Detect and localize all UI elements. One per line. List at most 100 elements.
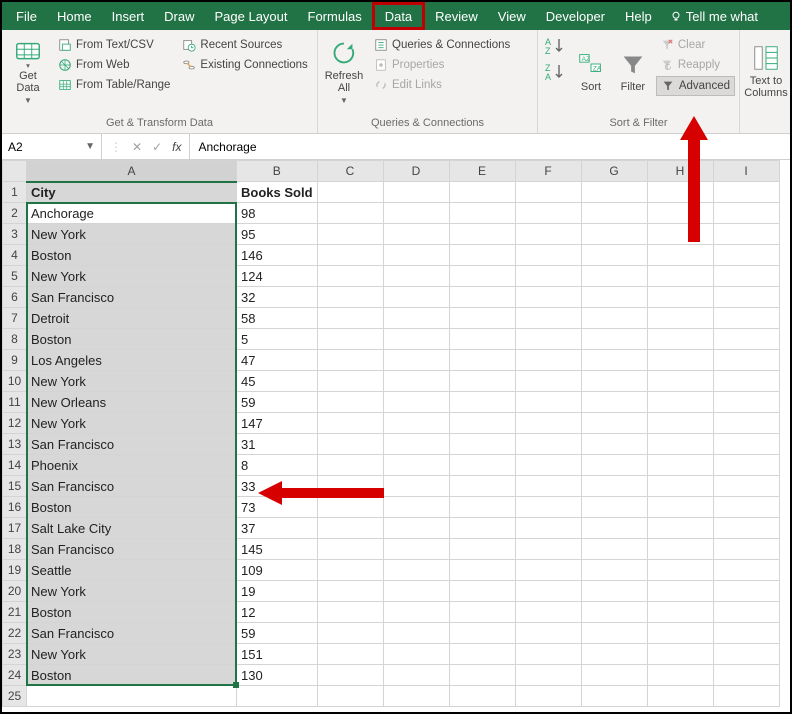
cell-D6[interactable] [383, 287, 449, 308]
cell-A10[interactable]: New York [27, 371, 237, 392]
row-header-18[interactable]: 18 [3, 539, 27, 560]
row-header-24[interactable]: 24 [3, 665, 27, 686]
select-all-corner[interactable] [3, 161, 27, 182]
cell-B21[interactable]: 12 [237, 602, 318, 623]
row-header-17[interactable]: 17 [3, 518, 27, 539]
cell-E7[interactable] [449, 308, 515, 329]
cell-F23[interactable] [515, 644, 581, 665]
row-header-21[interactable]: 21 [3, 602, 27, 623]
cell-B17[interactable]: 37 [237, 518, 318, 539]
existing-connections-button[interactable]: Existing Connections [178, 56, 311, 74]
cell-D25[interactable] [383, 686, 449, 707]
cell-F16[interactable] [515, 497, 581, 518]
cell-C4[interactable] [317, 245, 383, 266]
from-text-csv-button[interactable]: From Text/CSV [54, 36, 174, 54]
cell-F19[interactable] [515, 560, 581, 581]
cell-A6[interactable]: San Francisco [27, 287, 237, 308]
cell-H18[interactable] [647, 539, 713, 560]
cell-B8[interactable]: 5 [237, 329, 318, 350]
tab-home[interactable]: Home [47, 2, 102, 30]
col-header-G[interactable]: G [581, 161, 647, 182]
row-header-20[interactable]: 20 [3, 581, 27, 602]
from-table-range-button[interactable]: From Table/Range [54, 76, 174, 94]
text-to-columns-button[interactable]: Text to Columns [744, 32, 788, 110]
cell-E18[interactable] [449, 539, 515, 560]
row-header-5[interactable]: 5 [3, 266, 27, 287]
cell-F18[interactable] [515, 539, 581, 560]
cell-C12[interactable] [317, 413, 383, 434]
cell-C7[interactable] [317, 308, 383, 329]
cell-C2[interactable] [317, 203, 383, 224]
row-header-4[interactable]: 4 [3, 245, 27, 266]
cell-G15[interactable] [581, 476, 647, 497]
spreadsheet-grid[interactable]: ABCDEFGHI1 City Books Sold2 Anchorage 98… [2, 160, 790, 707]
cell-F25[interactable] [515, 686, 581, 707]
cell-E6[interactable] [449, 287, 515, 308]
cell-E12[interactable] [449, 413, 515, 434]
cell-A4[interactable]: Boston [27, 245, 237, 266]
cell-D9[interactable] [383, 350, 449, 371]
cell-G13[interactable] [581, 434, 647, 455]
cell-A14[interactable]: Phoenix [27, 455, 237, 476]
tab-data[interactable]: Data [372, 2, 425, 30]
cell-D8[interactable] [383, 329, 449, 350]
cell-A3[interactable]: New York [27, 224, 237, 245]
cell-H24[interactable] [647, 665, 713, 686]
cell-E25[interactable] [449, 686, 515, 707]
row-header-6[interactable]: 6 [3, 287, 27, 308]
cell-E16[interactable] [449, 497, 515, 518]
cell-F1[interactable] [515, 182, 581, 203]
cell-C13[interactable] [317, 434, 383, 455]
row-header-16[interactable]: 16 [3, 497, 27, 518]
cell-D22[interactable] [383, 623, 449, 644]
cell-D23[interactable] [383, 644, 449, 665]
cell-I3[interactable] [713, 224, 779, 245]
cell-B18[interactable]: 145 [237, 539, 318, 560]
cell-D17[interactable] [383, 518, 449, 539]
cell-H8[interactable] [647, 329, 713, 350]
cell-I10[interactable] [713, 371, 779, 392]
cell-A23[interactable]: New York [27, 644, 237, 665]
cell-H14[interactable] [647, 455, 713, 476]
cell-H23[interactable] [647, 644, 713, 665]
col-header-B[interactable]: B [237, 161, 318, 182]
tab-help[interactable]: Help [615, 2, 662, 30]
cell-C6[interactable] [317, 287, 383, 308]
row-header-2[interactable]: 2 [3, 203, 27, 224]
cell-F6[interactable] [515, 287, 581, 308]
cell-H13[interactable] [647, 434, 713, 455]
cell-D12[interactable] [383, 413, 449, 434]
cell-H21[interactable] [647, 602, 713, 623]
cell-I14[interactable] [713, 455, 779, 476]
cell-G22[interactable] [581, 623, 647, 644]
cell-H7[interactable] [647, 308, 713, 329]
cell-E5[interactable] [449, 266, 515, 287]
cell-A24[interactable]: Boston [27, 665, 237, 686]
cell-E3[interactable] [449, 224, 515, 245]
cell-I8[interactable] [713, 329, 779, 350]
tab-formulas[interactable]: Formulas [298, 2, 372, 30]
cell-A7[interactable]: Detroit [27, 308, 237, 329]
cell-A20[interactable]: New York [27, 581, 237, 602]
cell-E10[interactable] [449, 371, 515, 392]
cell-G25[interactable] [581, 686, 647, 707]
cell-H16[interactable] [647, 497, 713, 518]
cell-H22[interactable] [647, 623, 713, 644]
cell-B2[interactable]: 98 [237, 203, 318, 224]
row-header-9[interactable]: 9 [3, 350, 27, 371]
row-header-25[interactable]: 25 [3, 686, 27, 707]
cell-D13[interactable] [383, 434, 449, 455]
row-header-22[interactable]: 22 [3, 623, 27, 644]
row-header-12[interactable]: 12 [3, 413, 27, 434]
cell-I16[interactable] [713, 497, 779, 518]
cell-C17[interactable] [317, 518, 383, 539]
cell-B23[interactable]: 151 [237, 644, 318, 665]
cell-G17[interactable] [581, 518, 647, 539]
cell-H10[interactable] [647, 371, 713, 392]
cell-F11[interactable] [515, 392, 581, 413]
row-header-10[interactable]: 10 [3, 371, 27, 392]
cell-G23[interactable] [581, 644, 647, 665]
cell-E9[interactable] [449, 350, 515, 371]
cell-F14[interactable] [515, 455, 581, 476]
cell-D18[interactable] [383, 539, 449, 560]
